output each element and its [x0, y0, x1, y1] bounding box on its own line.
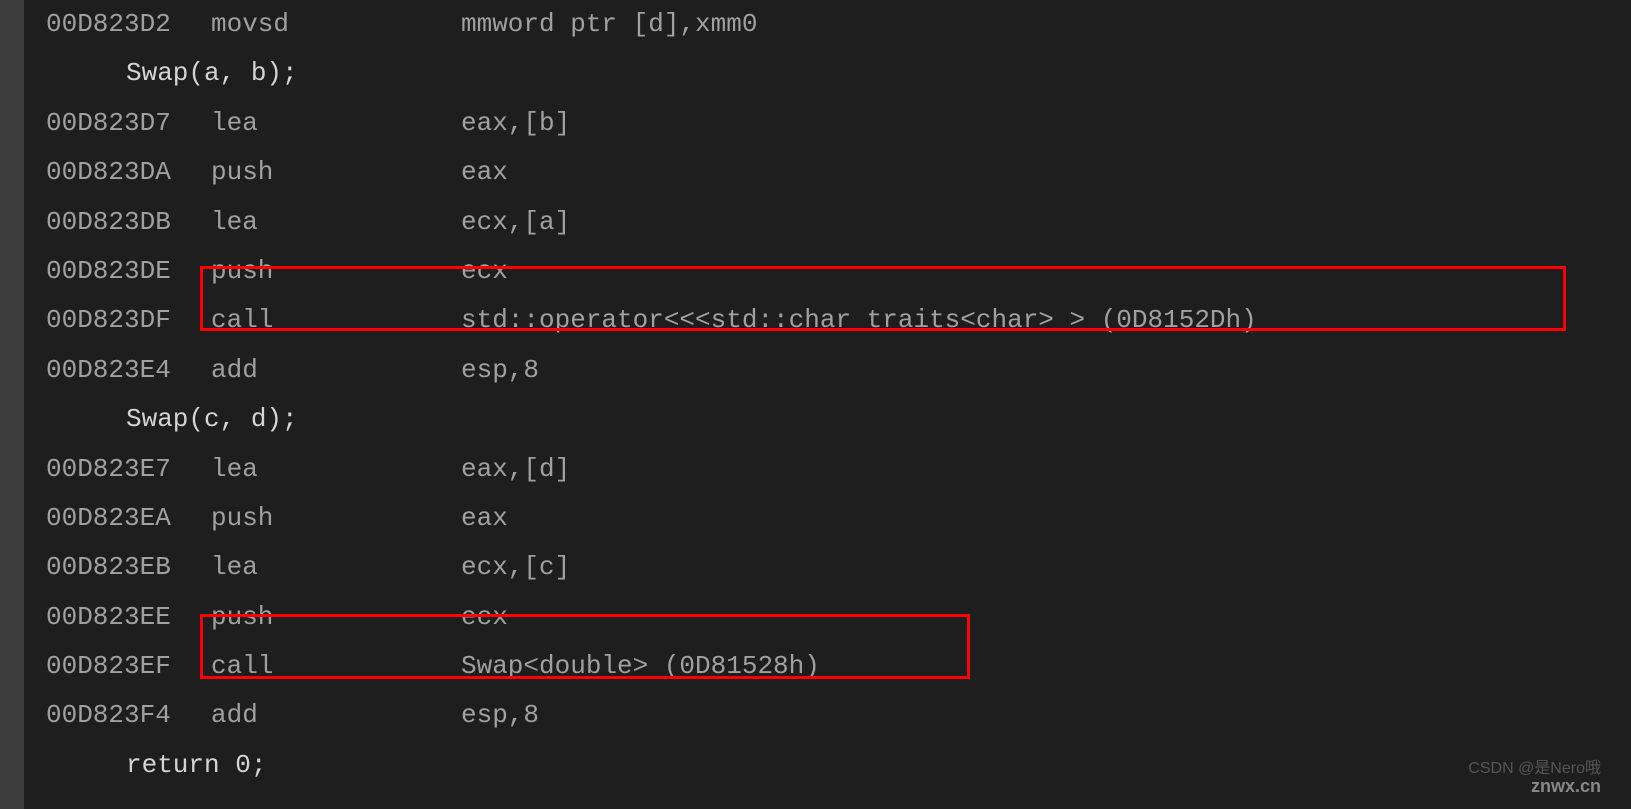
mnemonic: lea — [211, 198, 461, 247]
disassembly-line: 00D823EFcallSwap<double> (0D81528h) — [46, 642, 1631, 691]
operand: ecx,[c] — [461, 543, 570, 592]
operand: ecx — [461, 247, 508, 296]
source-line: return 0; — [46, 741, 1631, 790]
address: 00D823DA — [46, 148, 211, 197]
disassembly-line: 00D823D7leaeax,[b] — [46, 99, 1631, 148]
mnemonic: push — [211, 247, 461, 296]
address: 00D823EE — [46, 593, 211, 642]
disassembly-line: 00D823DApusheax — [46, 148, 1631, 197]
disassembly-line: 00D823E4addesp,8 — [46, 346, 1631, 395]
mnemonic: lea — [211, 543, 461, 592]
mnemonic: add — [211, 346, 461, 395]
disassembly-line: 00D823EBleaecx,[c] — [46, 543, 1631, 592]
address: 00D823EA — [46, 494, 211, 543]
source-line: Swap(c, d); — [46, 395, 1631, 444]
operand: Swap<double> (0D81528h) — [461, 642, 820, 691]
mnemonic: lea — [211, 99, 461, 148]
mnemonic: lea — [211, 445, 461, 494]
disassembly-view: 00D823D2movsdmmword ptr [d],xmm0 Swap(a,… — [28, 0, 1631, 790]
address: 00D823D2 — [46, 0, 211, 49]
operand: mmword ptr [d],xmm0 — [461, 0, 757, 49]
disassembly-line: 00D823F4addesp,8 — [46, 691, 1631, 740]
address: 00D823D7 — [46, 99, 211, 148]
address: 00D823F4 — [46, 691, 211, 740]
address: 00D823EB — [46, 543, 211, 592]
mnemonic: push — [211, 593, 461, 642]
operand: eax,[d] — [461, 445, 570, 494]
mnemonic: push — [211, 494, 461, 543]
operand: ecx — [461, 593, 508, 642]
disassembly-line: 00D823DEpushecx — [46, 247, 1631, 296]
operand: ecx,[a] — [461, 198, 570, 247]
disassembly-line: 00D823EApusheax — [46, 494, 1631, 543]
address: 00D823DB — [46, 198, 211, 247]
address: 00D823DE — [46, 247, 211, 296]
source-line: Swap(a, b); — [46, 49, 1631, 98]
address: 00D823E7 — [46, 445, 211, 494]
operand: eax — [461, 148, 508, 197]
watermark-text: znwx.cn — [1531, 769, 1601, 803]
mnemonic: push — [211, 148, 461, 197]
disassembly-line: 00D823D2movsdmmword ptr [d],xmm0 — [46, 0, 1631, 49]
operand: std::operator<<<std::char_traits<char> >… — [461, 296, 1257, 345]
operand: esp,8 — [461, 346, 539, 395]
operand: eax — [461, 494, 508, 543]
operand: esp,8 — [461, 691, 539, 740]
address: 00D823E4 — [46, 346, 211, 395]
disassembly-line: 00D823DFcallstd::operator<<<std::char_tr… — [46, 296, 1631, 345]
address: 00D823EF — [46, 642, 211, 691]
vertical-scrollbar[interactable] — [0, 0, 24, 809]
disassembly-line: 00D823DBleaecx,[a] — [46, 198, 1631, 247]
operand: eax,[b] — [461, 99, 570, 148]
mnemonic: movsd — [211, 0, 461, 49]
address: 00D823DF — [46, 296, 211, 345]
disassembly-line: 00D823E7leaeax,[d] — [46, 445, 1631, 494]
disassembly-line: 00D823EEpushecx — [46, 593, 1631, 642]
mnemonic: add — [211, 691, 461, 740]
mnemonic: call — [211, 296, 461, 345]
mnemonic: call — [211, 642, 461, 691]
